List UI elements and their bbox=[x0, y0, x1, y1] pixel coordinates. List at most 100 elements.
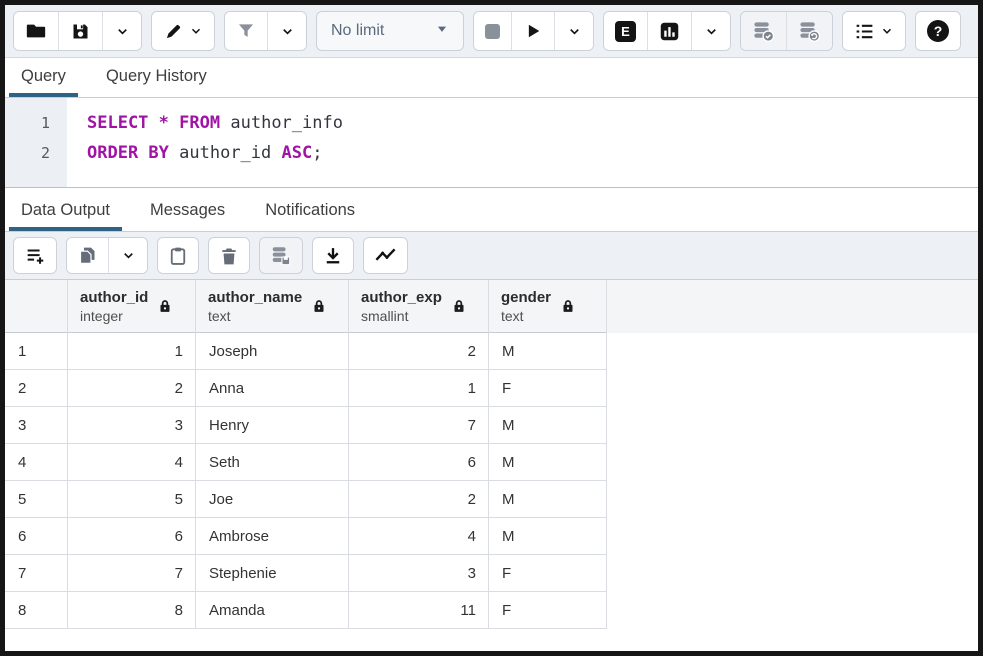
tab-data-output[interactable]: Data Output bbox=[9, 193, 122, 231]
column-header-author_exp[interactable]: author_exp smallint bbox=[349, 280, 489, 333]
cell-author_id[interactable]: 8 bbox=[68, 592, 196, 629]
cell-author_name[interactable]: Seth bbox=[196, 444, 349, 481]
column-type: text bbox=[208, 307, 302, 325]
cell-author_exp[interactable]: 2 bbox=[349, 333, 489, 370]
help-button[interactable]: ? bbox=[916, 12, 960, 50]
help-icon: ? bbox=[927, 20, 949, 42]
copy-button[interactable] bbox=[67, 238, 109, 273]
output-tab-bar: Data Output Messages Notifications bbox=[5, 187, 978, 232]
sql-editor[interactable]: 12 SELECT * FROM author_infoORDER BY aut… bbox=[5, 98, 978, 187]
cell-author_name[interactable]: Joe bbox=[196, 481, 349, 518]
cell-author_id[interactable]: 1 bbox=[68, 333, 196, 370]
macros-dropdown-button[interactable] bbox=[843, 12, 905, 50]
row-number-cell[interactable]: 7 bbox=[5, 555, 68, 592]
column-name: author_id bbox=[80, 288, 148, 307]
sql-line[interactable]: SELECT * FROM author_info bbox=[87, 108, 978, 138]
download-csv-button[interactable] bbox=[313, 238, 353, 273]
cell-author_exp[interactable]: 4 bbox=[349, 518, 489, 555]
explain-button-group: E bbox=[603, 11, 731, 51]
cell-author_id[interactable]: 5 bbox=[68, 481, 196, 518]
row-limit-value: No limit bbox=[331, 22, 384, 40]
explain-button[interactable]: E bbox=[604, 12, 648, 50]
cell-author_name[interactable]: Anna bbox=[196, 370, 349, 407]
row-number-cell[interactable]: 1 bbox=[5, 333, 68, 370]
cell-gender[interactable]: F bbox=[489, 555, 607, 592]
cell-gender[interactable]: M bbox=[489, 407, 607, 444]
row-number-cell[interactable]: 6 bbox=[5, 518, 68, 555]
table-row: 6 6Ambrose4M bbox=[5, 518, 978, 555]
commit-db-icon bbox=[752, 20, 775, 43]
main-toolbar: No limit E bbox=[5, 5, 978, 58]
cell-author_name[interactable]: Joseph bbox=[196, 333, 349, 370]
tab-query[interactable]: Query bbox=[9, 59, 78, 97]
tab-messages[interactable]: Messages bbox=[138, 193, 237, 231]
delete-row-button[interactable] bbox=[209, 238, 249, 273]
cell-gender[interactable]: F bbox=[489, 592, 607, 629]
cell-author_exp[interactable]: 2 bbox=[349, 481, 489, 518]
column-type: smallint bbox=[361, 307, 442, 325]
column-header-gender[interactable]: gender text bbox=[489, 280, 607, 333]
paste-button[interactable] bbox=[158, 238, 198, 273]
row-number-cell[interactable]: 5 bbox=[5, 481, 68, 518]
edit-dropdown-button[interactable] bbox=[152, 12, 214, 50]
save-data-changes-button[interactable] bbox=[260, 238, 302, 273]
chevron-down-icon bbox=[704, 24, 719, 39]
execute-query-button[interactable] bbox=[512, 12, 555, 50]
open-file-button[interactable] bbox=[14, 12, 59, 50]
cell-gender[interactable]: M bbox=[489, 518, 607, 555]
cell-gender[interactable]: M bbox=[489, 481, 607, 518]
row-number-cell[interactable]: 3 bbox=[5, 407, 68, 444]
cell-author_name[interactable]: Henry bbox=[196, 407, 349, 444]
column-type: integer bbox=[80, 307, 148, 325]
sql-line[interactable]: ORDER BY author_id ASC; bbox=[87, 138, 978, 168]
cell-author_id[interactable]: 3 bbox=[68, 407, 196, 444]
column-header-author_name[interactable]: author_name text bbox=[196, 280, 349, 333]
chevron-down-icon bbox=[115, 24, 130, 39]
graph-group bbox=[363, 237, 408, 274]
cell-author_id[interactable]: 7 bbox=[68, 555, 196, 592]
select-all-corner-cell[interactable] bbox=[5, 280, 68, 333]
cell-author_name[interactable]: Ambrose bbox=[196, 518, 349, 555]
table-row: 2 2Anna1F bbox=[5, 370, 978, 407]
copy-options-dropdown[interactable] bbox=[109, 238, 147, 273]
column-name: author_name bbox=[208, 288, 302, 307]
commit-button[interactable] bbox=[741, 12, 787, 50]
cell-author_exp[interactable]: 6 bbox=[349, 444, 489, 481]
cell-gender[interactable]: F bbox=[489, 370, 607, 407]
cell-author_id[interactable]: 6 bbox=[68, 518, 196, 555]
tab-query-history[interactable]: Query History bbox=[94, 59, 219, 97]
transaction-button-group bbox=[740, 11, 833, 51]
filter-options-dropdown[interactable] bbox=[268, 12, 306, 50]
cancel-query-button[interactable] bbox=[474, 12, 512, 50]
cell-author_exp[interactable]: 3 bbox=[349, 555, 489, 592]
row-number-cell[interactable]: 2 bbox=[5, 370, 68, 407]
graph-visualiser-button[interactable] bbox=[364, 238, 407, 273]
explain-analyze-button[interactable] bbox=[648, 12, 692, 50]
cell-author_name[interactable]: Stephenie bbox=[196, 555, 349, 592]
row-number-cell[interactable]: 8 bbox=[5, 592, 68, 629]
cell-author_exp[interactable]: 7 bbox=[349, 407, 489, 444]
cell-gender[interactable]: M bbox=[489, 333, 607, 370]
sql-code-area[interactable]: SELECT * FROM author_infoORDER BY author… bbox=[67, 98, 978, 187]
execute-options-dropdown[interactable] bbox=[555, 12, 593, 50]
chevron-down-icon bbox=[567, 24, 582, 39]
folder-open-icon bbox=[25, 20, 47, 42]
row-number-cell[interactable]: 4 bbox=[5, 444, 68, 481]
cell-author_exp[interactable]: 1 bbox=[349, 370, 489, 407]
cell-author_exp[interactable]: 11 bbox=[349, 592, 489, 629]
table-row: 5 5Joe2M bbox=[5, 481, 978, 518]
save-file-button[interactable] bbox=[59, 12, 103, 50]
filter-button[interactable] bbox=[225, 12, 268, 50]
cell-author_id[interactable]: 2 bbox=[68, 370, 196, 407]
filter-button-group bbox=[224, 11, 307, 51]
explain-options-dropdown[interactable] bbox=[692, 12, 730, 50]
save-options-dropdown[interactable] bbox=[103, 12, 141, 50]
cell-author_name[interactable]: Amanda bbox=[196, 592, 349, 629]
column-header-author_id[interactable]: author_id integer bbox=[68, 280, 196, 333]
cell-author_id[interactable]: 4 bbox=[68, 444, 196, 481]
cell-gender[interactable]: M bbox=[489, 444, 607, 481]
tab-notifications[interactable]: Notifications bbox=[253, 193, 367, 231]
row-limit-select[interactable]: No limit bbox=[316, 11, 464, 51]
rollback-button[interactable] bbox=[787, 12, 832, 50]
add-row-button[interactable] bbox=[14, 238, 56, 273]
